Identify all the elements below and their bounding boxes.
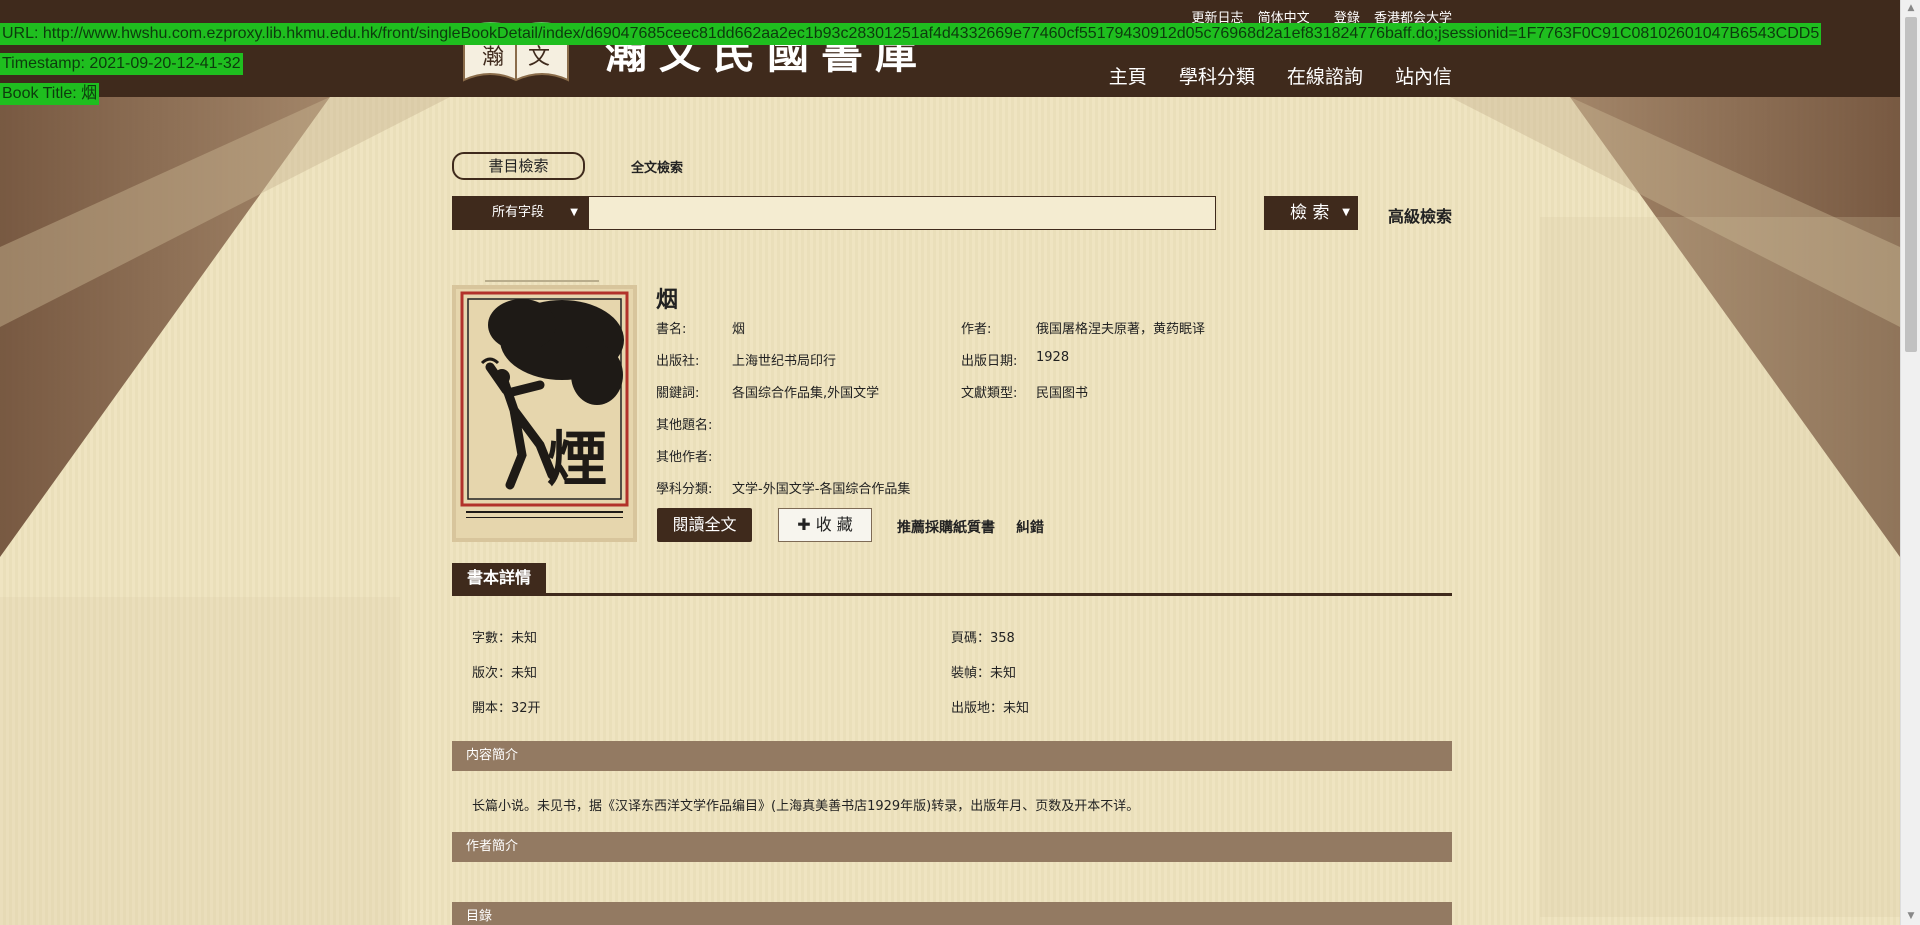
meta-name-label: 書名: <box>656 322 687 337</box>
favorite-button-label: 收 藏 <box>815 515 853 534</box>
meta-date-value: 1928 <box>1036 350 1070 365</box>
meta-name: 書名: 烟 <box>656 318 745 337</box>
meta-publisher-label: 出版社: <box>656 354 700 369</box>
meta-subject: 學科分類: 文学-外国文学-各国综合作品集 <box>656 478 910 497</box>
nav-home[interactable]: 主頁 <box>1109 66 1147 88</box>
detail-pages: 頁碼：358 <box>951 631 1015 646</box>
overlay-url: URL: http://www.hwshu.com.ezproxy.lib.hk… <box>0 23 1822 45</box>
meta-keywords-value: 各国综合作品集,外国文学 <box>732 386 880 401</box>
search-button-label: 檢 索 <box>1290 203 1330 223</box>
meta-other-title-label: 其他題名: <box>656 418 713 433</box>
section-toc-header: 目錄 <box>452 902 1452 925</box>
meta-doctype: 文獻類型: 民国图书 <box>961 382 1088 401</box>
main-nav: 主頁 學科分類 在線諮詢 站內信 <box>1083 62 1452 89</box>
meta-keywords-label: 關鍵詞: <box>656 386 700 401</box>
meta-publisher: 出版社: 上海世纪书局印行 <box>656 350 836 369</box>
book-cover-image[interactable]: 煙 <box>452 285 637 542</box>
detail-binding: 裝幀：未知 <box>951 666 1017 681</box>
detail-format: 開本：32开 <box>472 701 541 716</box>
summary-text: 长篇小说。未见书，据《汉译东西洋文学作品编目》(上海真美善书店1929年版)转录… <box>472 799 1140 814</box>
details-divider <box>452 593 1452 596</box>
book-title: 烟 <box>656 288 679 313</box>
chevron-down-icon[interactable]: ▼ <box>1342 196 1350 230</box>
meta-name-value: 烟 <box>732 322 746 337</box>
detail-place: 出版地：未知 <box>951 701 1030 716</box>
meta-author-label: 作者: <box>961 322 992 337</box>
cover-divider <box>485 280 599 282</box>
svg-text:煙: 煙 <box>547 425 607 495</box>
overlay-timestamp: Timestamp: 2021-09-20-12-41-32 <box>0 53 243 75</box>
page-scrollbar[interactable]: ▲ ▼ <box>1900 0 1920 925</box>
meta-publisher-value: 上海世纪书局印行 <box>732 354 837 369</box>
detail-edition: 版次：未知 <box>472 666 538 681</box>
scroll-down-icon[interactable]: ▼ <box>1901 908 1920 925</box>
scroll-up-icon[interactable]: ▲ <box>1901 0 1920 17</box>
favorite-button[interactable]: ✚ 收 藏 <box>778 508 872 542</box>
search-input[interactable] <box>588 196 1216 230</box>
field-select[interactable]: 所有字段 ▼ <box>452 196 588 230</box>
advanced-search-link[interactable]: 高級檢索 <box>1388 203 1452 227</box>
tab-fulltext-search[interactable]: 全文檢索 <box>631 157 683 176</box>
nav-messages[interactable]: 站內信 <box>1395 66 1452 88</box>
tab-catalog-search[interactable]: 書目檢索 <box>452 152 585 180</box>
meta-author: 作者: 俄国屠格涅夫原著，黄药眠译 <box>961 318 1205 337</box>
nav-consult[interactable]: 在線諮詢 <box>1287 66 1363 88</box>
meta-author-value: 俄国屠格涅夫原著，黄药眠译 <box>1036 322 1206 337</box>
meta-other-author: 其他作者: <box>656 446 712 465</box>
svg-text:文: 文 <box>528 45 550 70</box>
site-header: 瀚 文 瀚文民國書庫 更新日志 简体中文 登錄 香港都会大学 主頁 學科分類 在… <box>0 0 1900 97</box>
meta-other-author-label: 其他作者: <box>656 450 713 465</box>
search-button[interactable]: 檢 索 ▼ <box>1264 196 1358 230</box>
search-bar: 所有字段 ▼ 檢 索 ▼ <box>452 196 1358 230</box>
overlay-book-title: Book Title: 烟 <box>0 83 100 105</box>
chevron-down-icon: ▼ <box>570 207 578 218</box>
detail-word-count: 字數：未知 <box>472 631 538 646</box>
meta-keywords: 關鍵詞: 各国综合作品集,外国文学 <box>656 382 879 401</box>
field-select-label: 所有字段 <box>492 205 545 220</box>
meta-date-label: 出版日期: <box>961 354 1018 369</box>
details-heading: 書本詳情 <box>452 563 546 593</box>
error-report-link[interactable]: 糾錯 <box>1016 517 1044 537</box>
read-fulltext-button[interactable]: 閱讀全文 <box>657 508 752 542</box>
meta-subject-label: 學科分類: <box>656 482 713 497</box>
meta-doctype-value: 民国图书 <box>1036 386 1089 401</box>
plus-icon: ✚ <box>797 515 811 534</box>
svg-text:瀚: 瀚 <box>482 45 504 70</box>
nav-subjects[interactable]: 學科分類 <box>1179 66 1255 88</box>
meta-date: 出版日期: 1928 <box>961 350 1069 369</box>
meta-doctype-label: 文獻類型: <box>961 386 1018 401</box>
section-summary-header: 内容簡介 <box>452 741 1452 771</box>
scrollbar-thumb[interactable] <box>1905 17 1917 352</box>
recommend-purchase-link[interactable]: 推薦採購紙質書 <box>897 517 995 537</box>
meta-other-title: 其他題名: <box>656 414 712 433</box>
meta-subject-value: 文学-外国文学-各国综合作品集 <box>732 482 911 497</box>
section-author-header: 作者簡介 <box>452 832 1452 862</box>
